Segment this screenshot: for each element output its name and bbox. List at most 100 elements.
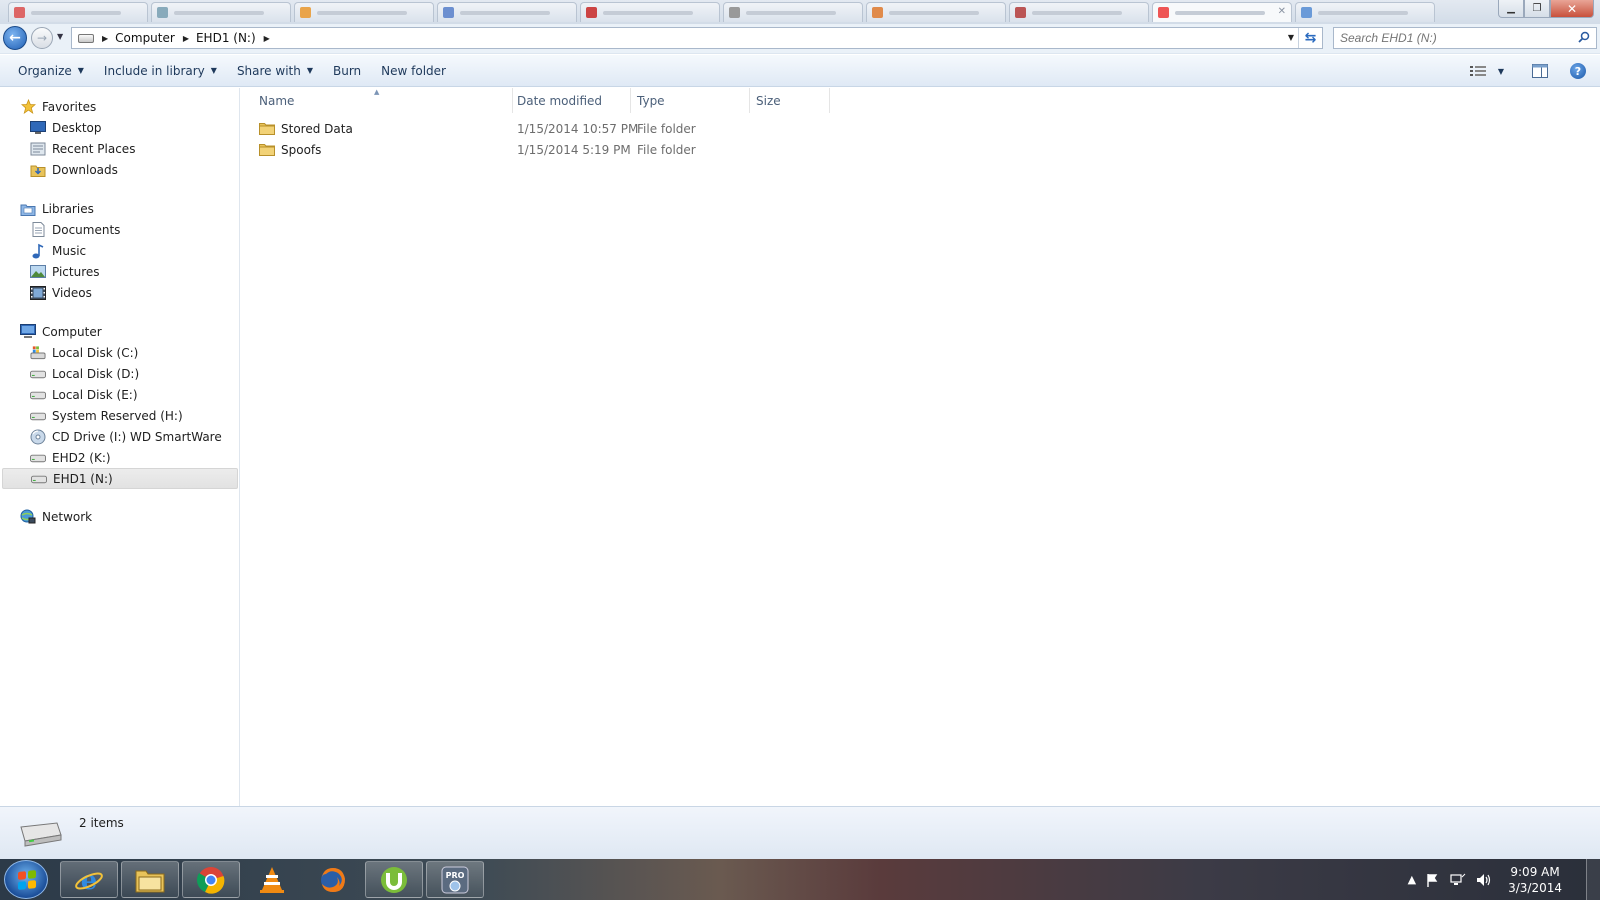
action-center-flag-icon[interactable]: [1426, 873, 1440, 887]
browser-tab[interactable]: [151, 2, 291, 22]
breadcrumb-computer[interactable]: Computer: [115, 31, 175, 45]
browser-tab[interactable]: [437, 2, 577, 22]
table-row[interactable]: Stored Data 1/15/2014 10:57 PM File fold…: [241, 118, 841, 139]
nav-item-documents[interactable]: Documents: [0, 219, 240, 240]
nav-item-local-disk-c[interactable]: Local Disk (C:): [0, 342, 240, 363]
navigation-pane: Favorites Desktop Recent Places Download…: [0, 88, 240, 806]
nav-item-label: Videos: [52, 285, 92, 300]
browser-tab-active[interactable]: ✕: [1152, 2, 1292, 22]
nav-network[interactable]: Network: [0, 506, 240, 527]
file-list: ▲ Name Date modified Type Size Stored Da…: [241, 88, 1600, 806]
show-hidden-icons-button[interactable]: ▲: [1408, 873, 1416, 886]
star-icon: [20, 99, 36, 115]
share-with-button[interactable]: Share with ▼: [227, 59, 323, 83]
browser-tab[interactable]: [580, 2, 720, 22]
preview-pane-button[interactable]: [1528, 59, 1552, 83]
taskbar-windows-explorer[interactable]: [121, 861, 179, 898]
breadcrumb-arrow-icon[interactable]: ▶: [102, 34, 108, 43]
column-header-type[interactable]: Type: [631, 88, 750, 113]
hard-drive-icon: [31, 471, 47, 487]
nav-item-ehd1-n[interactable]: EHD1 (N:): [2, 468, 238, 489]
nav-item-cd-drive-i[interactable]: CD Drive (I:) WD SmartWare: [0, 426, 240, 447]
nav-libraries[interactable]: Libraries: [0, 198, 240, 219]
tab-close-icon[interactable]: ✕: [1278, 6, 1286, 17]
nav-item-desktop[interactable]: Desktop: [0, 117, 240, 138]
nav-item-music[interactable]: Music: [0, 240, 240, 261]
nav-item-local-disk-e[interactable]: Local Disk (E:): [0, 384, 240, 405]
nav-item-label: Local Disk (D:): [52, 366, 140, 381]
include-in-library-label: Include in library: [103, 63, 205, 78]
taskbar-firefox[interactable]: [304, 861, 362, 898]
show-desktop-button[interactable]: [1586, 859, 1600, 900]
computer-icon: [20, 324, 36, 340]
browser-tab[interactable]: [1295, 2, 1435, 22]
nav-item-label: Downloads: [52, 162, 118, 177]
taskbar-chrome[interactable]: [182, 861, 240, 898]
table-row[interactable]: Spoofs 1/15/2014 5:19 PM File folder: [241, 139, 841, 160]
burn-button[interactable]: Burn: [323, 59, 371, 83]
column-header-name[interactable]: Name: [241, 88, 513, 113]
more-views-dropdown[interactable]: ▼: [1494, 59, 1508, 83]
breadcrumb-arrow-icon[interactable]: ▶: [183, 34, 189, 43]
nav-item-recent-places[interactable]: Recent Places: [0, 138, 240, 159]
column-header-label: Name: [259, 93, 295, 108]
close-button[interactable]: ✕: [1550, 0, 1594, 18]
breadcrumb-ehd1[interactable]: EHD1 (N:): [196, 31, 256, 45]
breadcrumb-arrow-icon[interactable]: ▶: [264, 34, 270, 43]
details-pane: 2 items: [0, 806, 1600, 859]
taskbar-pro-dvd[interactable]: PRO: [426, 861, 484, 898]
recent-pages-dropdown[interactable]: ▼: [57, 32, 63, 41]
new-folder-button[interactable]: New folder: [371, 59, 456, 83]
search-input[interactable]: [1334, 28, 1564, 48]
window-controls: ▁ ❐ ✕: [1498, 0, 1594, 18]
help-button[interactable]: ?: [1566, 59, 1590, 83]
taskbar-internet-explorer[interactable]: e: [60, 861, 118, 898]
change-view-button[interactable]: [1466, 59, 1490, 83]
column-header-size[interactable]: Size: [750, 88, 830, 113]
back-button[interactable]: ←: [3, 26, 27, 50]
taskbar-utorrent[interactable]: [365, 861, 423, 898]
browser-tab[interactable]: [8, 2, 148, 22]
browser-tab[interactable]: [866, 2, 1006, 22]
folder-icon: [259, 143, 275, 156]
details-view-icon: [1469, 66, 1486, 76]
column-header-date-modified[interactable]: Date modified: [513, 88, 631, 113]
utorrent-icon: [381, 866, 407, 893]
nav-item-local-disk-d[interactable]: Local Disk (D:): [0, 363, 240, 384]
browser-tab[interactable]: [723, 2, 863, 22]
taskbar-clock[interactable]: 9:09 AM 3/3/2014: [1508, 864, 1562, 896]
restore-button[interactable]: ❐: [1524, 0, 1550, 18]
organize-button[interactable]: Organize ▼: [8, 59, 94, 83]
include-in-library-button[interactable]: Include in library ▼: [94, 59, 227, 83]
nav-libraries-label: Libraries: [42, 201, 94, 216]
column-headers: ▲ Name Date modified Type Size: [241, 88, 1600, 113]
taskbar-vlc[interactable]: [243, 861, 301, 898]
minimize-button[interactable]: ▁: [1498, 0, 1524, 18]
nav-item-label: System Reserved (H:): [52, 408, 183, 423]
nav-item-ehd2-k[interactable]: EHD2 (K:): [0, 447, 240, 468]
volume-icon[interactable]: [1476, 873, 1492, 887]
nav-item-downloads[interactable]: Downloads: [0, 159, 240, 180]
start-button[interactable]: [4, 860, 48, 899]
nav-favorites-label: Favorites: [42, 99, 97, 114]
svg-text:PRO: PRO: [446, 871, 465, 880]
file-name-cell[interactable]: Spoofs: [259, 139, 321, 160]
search-icon[interactable]: [1578, 31, 1590, 43]
network-status-icon[interactable]: [1450, 873, 1466, 887]
file-name: Stored Data: [281, 121, 353, 136]
browser-tab[interactable]: [1009, 2, 1149, 22]
nav-computer[interactable]: Computer: [0, 321, 240, 342]
forward-button[interactable]: →: [31, 27, 53, 49]
chevron-down-icon: ▼: [1497, 66, 1504, 76]
file-name-cell[interactable]: Stored Data: [259, 118, 353, 139]
address-history-dropdown[interactable]: ▼: [1288, 33, 1294, 42]
refresh-button[interactable]: ⇆: [1298, 28, 1322, 48]
nav-item-videos[interactable]: Videos: [0, 282, 240, 303]
nav-item-system-reserved-h[interactable]: System Reserved (H:): [0, 405, 240, 426]
nav-item-pictures[interactable]: Pictures: [0, 261, 240, 282]
browser-tab[interactable]: [294, 2, 434, 22]
nav-favorites[interactable]: Favorites: [0, 96, 240, 117]
network-group: Network: [0, 506, 240, 527]
search-box[interactable]: [1333, 27, 1597, 49]
address-bar[interactable]: ▶ Computer ▶ EHD1 (N:) ▶ ▼ ⇆: [71, 27, 1323, 49]
